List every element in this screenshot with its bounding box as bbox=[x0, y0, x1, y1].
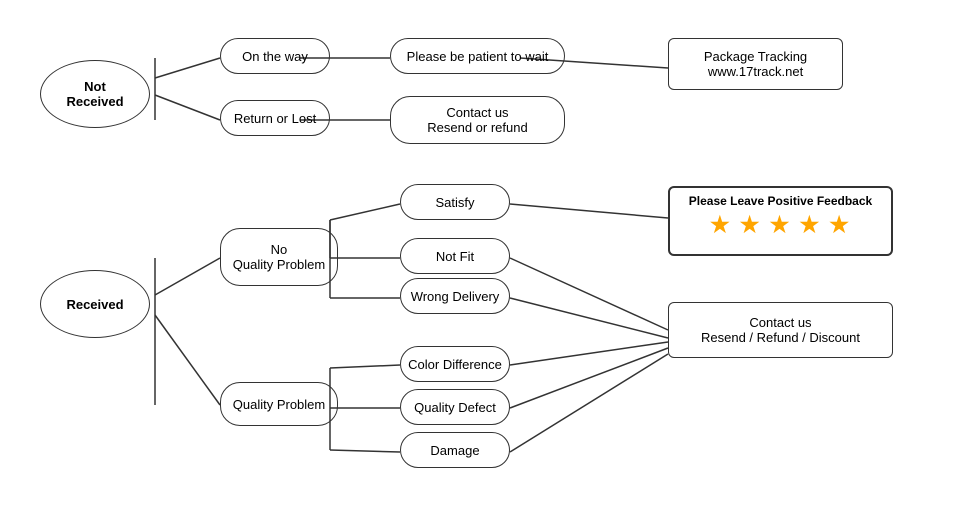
no-quality-problem-label: No Quality Problem bbox=[233, 242, 325, 272]
quality-problem-label: Quality Problem bbox=[233, 397, 325, 412]
package-tracking-label: Package Tracking www.17track.net bbox=[704, 49, 807, 79]
quality-defect-node: Quality Defect bbox=[400, 389, 510, 425]
satisfy-label: Satisfy bbox=[435, 195, 474, 210]
received-label: Received bbox=[66, 297, 123, 312]
not-received-node: Not Received bbox=[40, 60, 150, 128]
feedback-node: Please Leave Positive Feedback ★ ★ ★ ★ ★ bbox=[668, 186, 893, 256]
on-the-way-node: On the way bbox=[220, 38, 330, 74]
contact-resend-refund-node: Contact us Resend or refund bbox=[390, 96, 565, 144]
return-lost-node: Return or Lost bbox=[220, 100, 330, 136]
color-difference-label: Color Difference bbox=[408, 357, 502, 372]
package-tracking-node: Package Tracking www.17track.net bbox=[668, 38, 843, 90]
damage-label: Damage bbox=[430, 443, 479, 458]
wrong-delivery-node: Wrong Delivery bbox=[400, 278, 510, 314]
color-difference-node: Color Difference bbox=[400, 346, 510, 382]
return-lost-label: Return or Lost bbox=[234, 111, 316, 126]
feedback-stars: ★ ★ ★ ★ ★ bbox=[680, 212, 881, 238]
satisfy-node: Satisfy bbox=[400, 184, 510, 220]
contact-resend-refund-discount-label: Contact us Resend / Refund / Discount bbox=[701, 315, 860, 345]
not-received-label: Not Received bbox=[66, 79, 123, 109]
feedback-label: Please Leave Positive Feedback bbox=[680, 194, 881, 208]
wrong-delivery-label: Wrong Delivery bbox=[411, 289, 500, 304]
no-quality-problem-node: No Quality Problem bbox=[220, 228, 338, 286]
quality-defect-label: Quality Defect bbox=[414, 400, 496, 415]
contact-resend-refund-discount-node: Contact us Resend / Refund / Discount bbox=[668, 302, 893, 358]
contact-resend-refund-label: Contact us Resend or refund bbox=[427, 105, 527, 135]
patient-wait-label: Please be patient to wait bbox=[407, 49, 549, 64]
not-fit-label: Not Fit bbox=[436, 249, 474, 264]
not-fit-node: Not Fit bbox=[400, 238, 510, 274]
damage-node: Damage bbox=[400, 432, 510, 468]
patient-wait-node: Please be patient to wait bbox=[390, 38, 565, 74]
on-the-way-label: On the way bbox=[242, 49, 308, 64]
received-node: Received bbox=[40, 270, 150, 338]
quality-problem-node: Quality Problem bbox=[220, 382, 338, 426]
